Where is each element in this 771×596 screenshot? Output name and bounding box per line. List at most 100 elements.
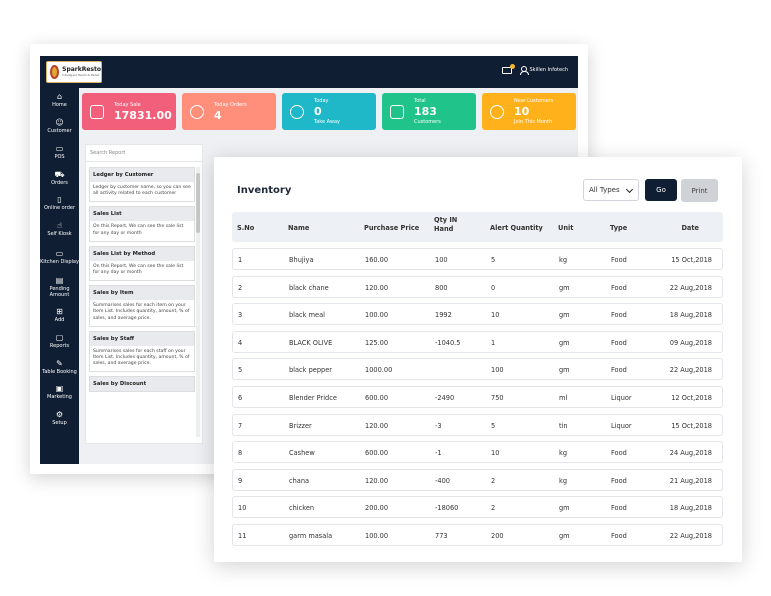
report-list: Ledger by Customer Ledger by customer nam… <box>89 167 195 396</box>
sidebar-item-orders[interactable]: ⛟ Orders <box>40 165 79 191</box>
table-row[interactable]: 11 garm masala 100.00 773 200 gm Food 22 Aug,20… <box>232 523 723 546</box>
report-card[interactable]: Sales by Discount <box>89 376 195 393</box>
sidebar-item-label: Setup <box>52 420 67 427</box>
cell-name: BLACK OLIVE <box>289 338 333 347</box>
user-menu[interactable]: Skillen Infotech <box>519 66 568 75</box>
sidebar-item-setup[interactable]: ⚙ Setup <box>40 406 79 432</box>
cell-unit: gm <box>559 366 570 375</box>
stat-card-take-away[interactable]: Today 0 Take Away <box>282 93 376 130</box>
sidebar-item-self-kiosk[interactable]: ☝ Self Kiosk <box>40 217 79 243</box>
report-card[interactable]: Sales by Staff Summarises sales for each … <box>89 330 195 373</box>
column-header: Qty IN Hand <box>434 216 458 233</box>
cell-type: Food <box>611 366 627 375</box>
sidebar-item-label: Marketing <box>47 394 72 401</box>
cell-type: Liquor <box>611 393 632 402</box>
inventory-table-body: 1 Bhujiya 160.00 100 5 kg Food 15 Oct,2018 2 blac… <box>232 248 723 552</box>
report-card[interactable]: Sales by Item Summarises sales for each i… <box>89 285 195 327</box>
cell-type: Liquor <box>611 421 632 430</box>
table-row[interactable]: 10 chicken 200.00 -18060 2 gm Food 18 Aug,2018 <box>232 496 723 519</box>
cell-date: 22 Aug,2018 <box>669 531 712 540</box>
table-row[interactable]: 3 black meal 100.00 1992 10 gm Food 18 Aug,2018 <box>232 303 723 326</box>
report-desc: Summarises sales for each staff on your … <box>93 348 190 367</box>
cell-alert-quantity: 0 <box>491 283 496 292</box>
stat-label: Today <box>314 98 329 104</box>
cell-unit: kg <box>559 449 568 458</box>
sidebar-item-label: Table Booking <box>42 368 77 375</box>
cell-sno: 3 <box>238 311 243 320</box>
sidebar-item-marketing[interactable]: ▣ Marketing <box>40 380 79 406</box>
cell-purchase-price: 100.00 <box>365 531 389 540</box>
cell-purchase-price: 120.00 <box>365 421 389 430</box>
cell-alert-quantity: 2 <box>491 476 496 485</box>
sidebar-item-label: Pending Amount <box>49 286 70 298</box>
sidebar-item-reports[interactable]: ▢ Reports <box>40 329 79 355</box>
table-row[interactable]: 7 Brizzer 120.00 -3 5 tin Liquor 15 Oct,2018 <box>232 413 723 436</box>
cell-type: Food <box>611 311 627 320</box>
gear-icon <box>190 104 204 119</box>
report-desc: On this Report, We can see the sale list… <box>93 224 184 236</box>
sidebar-item-add[interactable]: ⊞ Add <box>40 303 79 329</box>
brand-logo[interactable]: SparkResto Intelligent Resto & Retail <box>46 61 102 83</box>
sidebar-item-kitchen-display[interactable]: ▭ Kitchen Display <box>40 243 79 273</box>
stat-card-new-customers[interactable]: New Customers 10 Join This Month <box>482 93 576 130</box>
cell-alert-quantity: 1 <box>491 338 496 347</box>
sidebar-item-label: Home <box>52 102 67 109</box>
cell-type: Food <box>611 449 627 458</box>
go-button[interactable]: Go <box>645 179 677 201</box>
cell-qty-in-hand: -2490 <box>435 393 455 402</box>
table-row[interactable]: 5 black pepper 1000.00 100 gm Food 22 Aug,2018 <box>232 358 723 381</box>
table-row[interactable]: 1 Bhujiya 160.00 100 5 kg Food 15 Oct,2018 <box>232 248 723 270</box>
cell-alert-quantity: 10 <box>491 449 500 458</box>
cell-qty-in-hand: 773 <box>435 531 448 540</box>
stat-sub: Take Away <box>314 119 341 125</box>
sidebar-item-label: POS <box>54 153 65 160</box>
print-button[interactable]: Print <box>681 179 718 202</box>
stat-value: 4 <box>214 108 222 122</box>
cell-name: chana <box>289 476 310 485</box>
cell-sno: 7 <box>238 421 243 430</box>
report-card[interactable]: Sales List On this Report, We can see the… <box>89 206 195 242</box>
table-row[interactable]: 6 Blender Pridce 600.00 -2490 750 ml Liquor 12 … <box>232 385 723 408</box>
sidebar: ⌂ Home ☺ Customer ▭ POS ⛟ Orders ▯ Online ord… <box>40 88 79 464</box>
sidebar-item-customer[interactable]: ☺ Customer <box>40 114 79 140</box>
phone-icon: ▯ <box>57 195 62 205</box>
sidebar-item-pending-amount[interactable]: ▤ Pending Amount <box>40 273 79 303</box>
report-search-input[interactable]: Search Report <box>86 145 202 162</box>
column-header: Alert Quantity <box>490 224 543 232</box>
cell-purchase-price: 100.00 <box>365 311 389 320</box>
cell-qty-in-hand: -3 <box>435 421 442 430</box>
cell-sno: 4 <box>238 338 243 347</box>
cell-unit: gm <box>559 531 570 540</box>
table-row[interactable]: 2 black chane 120.00 800 0 gm Food 22 Aug,2018 <box>232 275 723 298</box>
report-card[interactable]: Sales List by Method On this Report, We c… <box>89 245 195 282</box>
table-row[interactable]: 8 Cashew 600.00 -1 10 kg Food 24 Aug,2018 <box>232 441 723 464</box>
logo-icon <box>50 65 60 79</box>
users-icon: ☺ <box>55 117 64 127</box>
cell-sno: 5 <box>238 366 243 375</box>
stat-card-today-orders[interactable]: Today Orders 4 <box>182 93 276 130</box>
notification-badge <box>509 63 515 69</box>
mail-icon[interactable] <box>501 63 515 74</box>
sidebar-item-home[interactable]: ⌂ Home <box>40 88 79 114</box>
report-card[interactable]: Ledger by Customer Ledger by customer nam… <box>89 167 195 203</box>
type-filter-value: All Types <box>589 186 620 194</box>
report-desc: On this Report, We can see the sale list… <box>93 263 184 275</box>
cell-qty-in-hand: -18060 <box>435 504 459 513</box>
report-scrollbar[interactable] <box>196 167 200 437</box>
stat-card-today-sale[interactable]: Today Sale 17831.00 <box>82 93 176 130</box>
stat-card-total-customers[interactable]: Total 183 Customers <box>382 93 476 130</box>
table-row[interactable]: 9 chana 120.00 -400 2 kg Food 21 Aug,2018 <box>232 468 723 491</box>
sidebar-item-label: Reports <box>49 342 70 349</box>
sidebar-item-table-booking[interactable]: ✎ Table Booking <box>40 354 79 380</box>
type-filter-select[interactable]: All Types <box>583 179 639 201</box>
cell-sno: 9 <box>238 476 243 485</box>
cell-sno: 1 <box>238 256 243 264</box>
cell-unit: gm <box>559 504 570 513</box>
column-header: Date <box>681 224 699 232</box>
report-title: Sales by Item <box>90 286 194 301</box>
sidebar-item-online-order[interactable]: ▯ Online order <box>40 191 79 217</box>
cell-date: 18 Aug,2018 <box>669 311 712 320</box>
cell-date: 22 Aug,2018 <box>669 283 712 292</box>
table-row[interactable]: 4 BLACK OLIVE 125.00 -1040.5 1 gm Food 09 Aug,2… <box>232 330 723 353</box>
sidebar-item-pos[interactable]: ▭ POS <box>40 140 79 166</box>
